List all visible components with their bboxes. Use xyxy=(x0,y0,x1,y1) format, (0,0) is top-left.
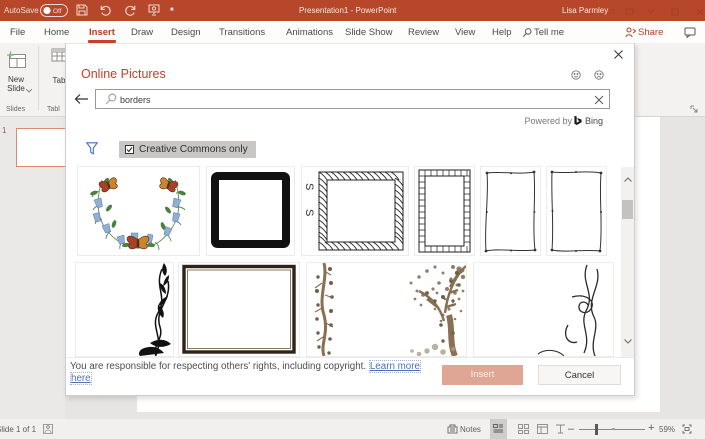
svg-text:Off: Off xyxy=(53,8,62,15)
svg-text:S: S xyxy=(303,209,315,216)
svg-text:S: S xyxy=(303,183,315,190)
